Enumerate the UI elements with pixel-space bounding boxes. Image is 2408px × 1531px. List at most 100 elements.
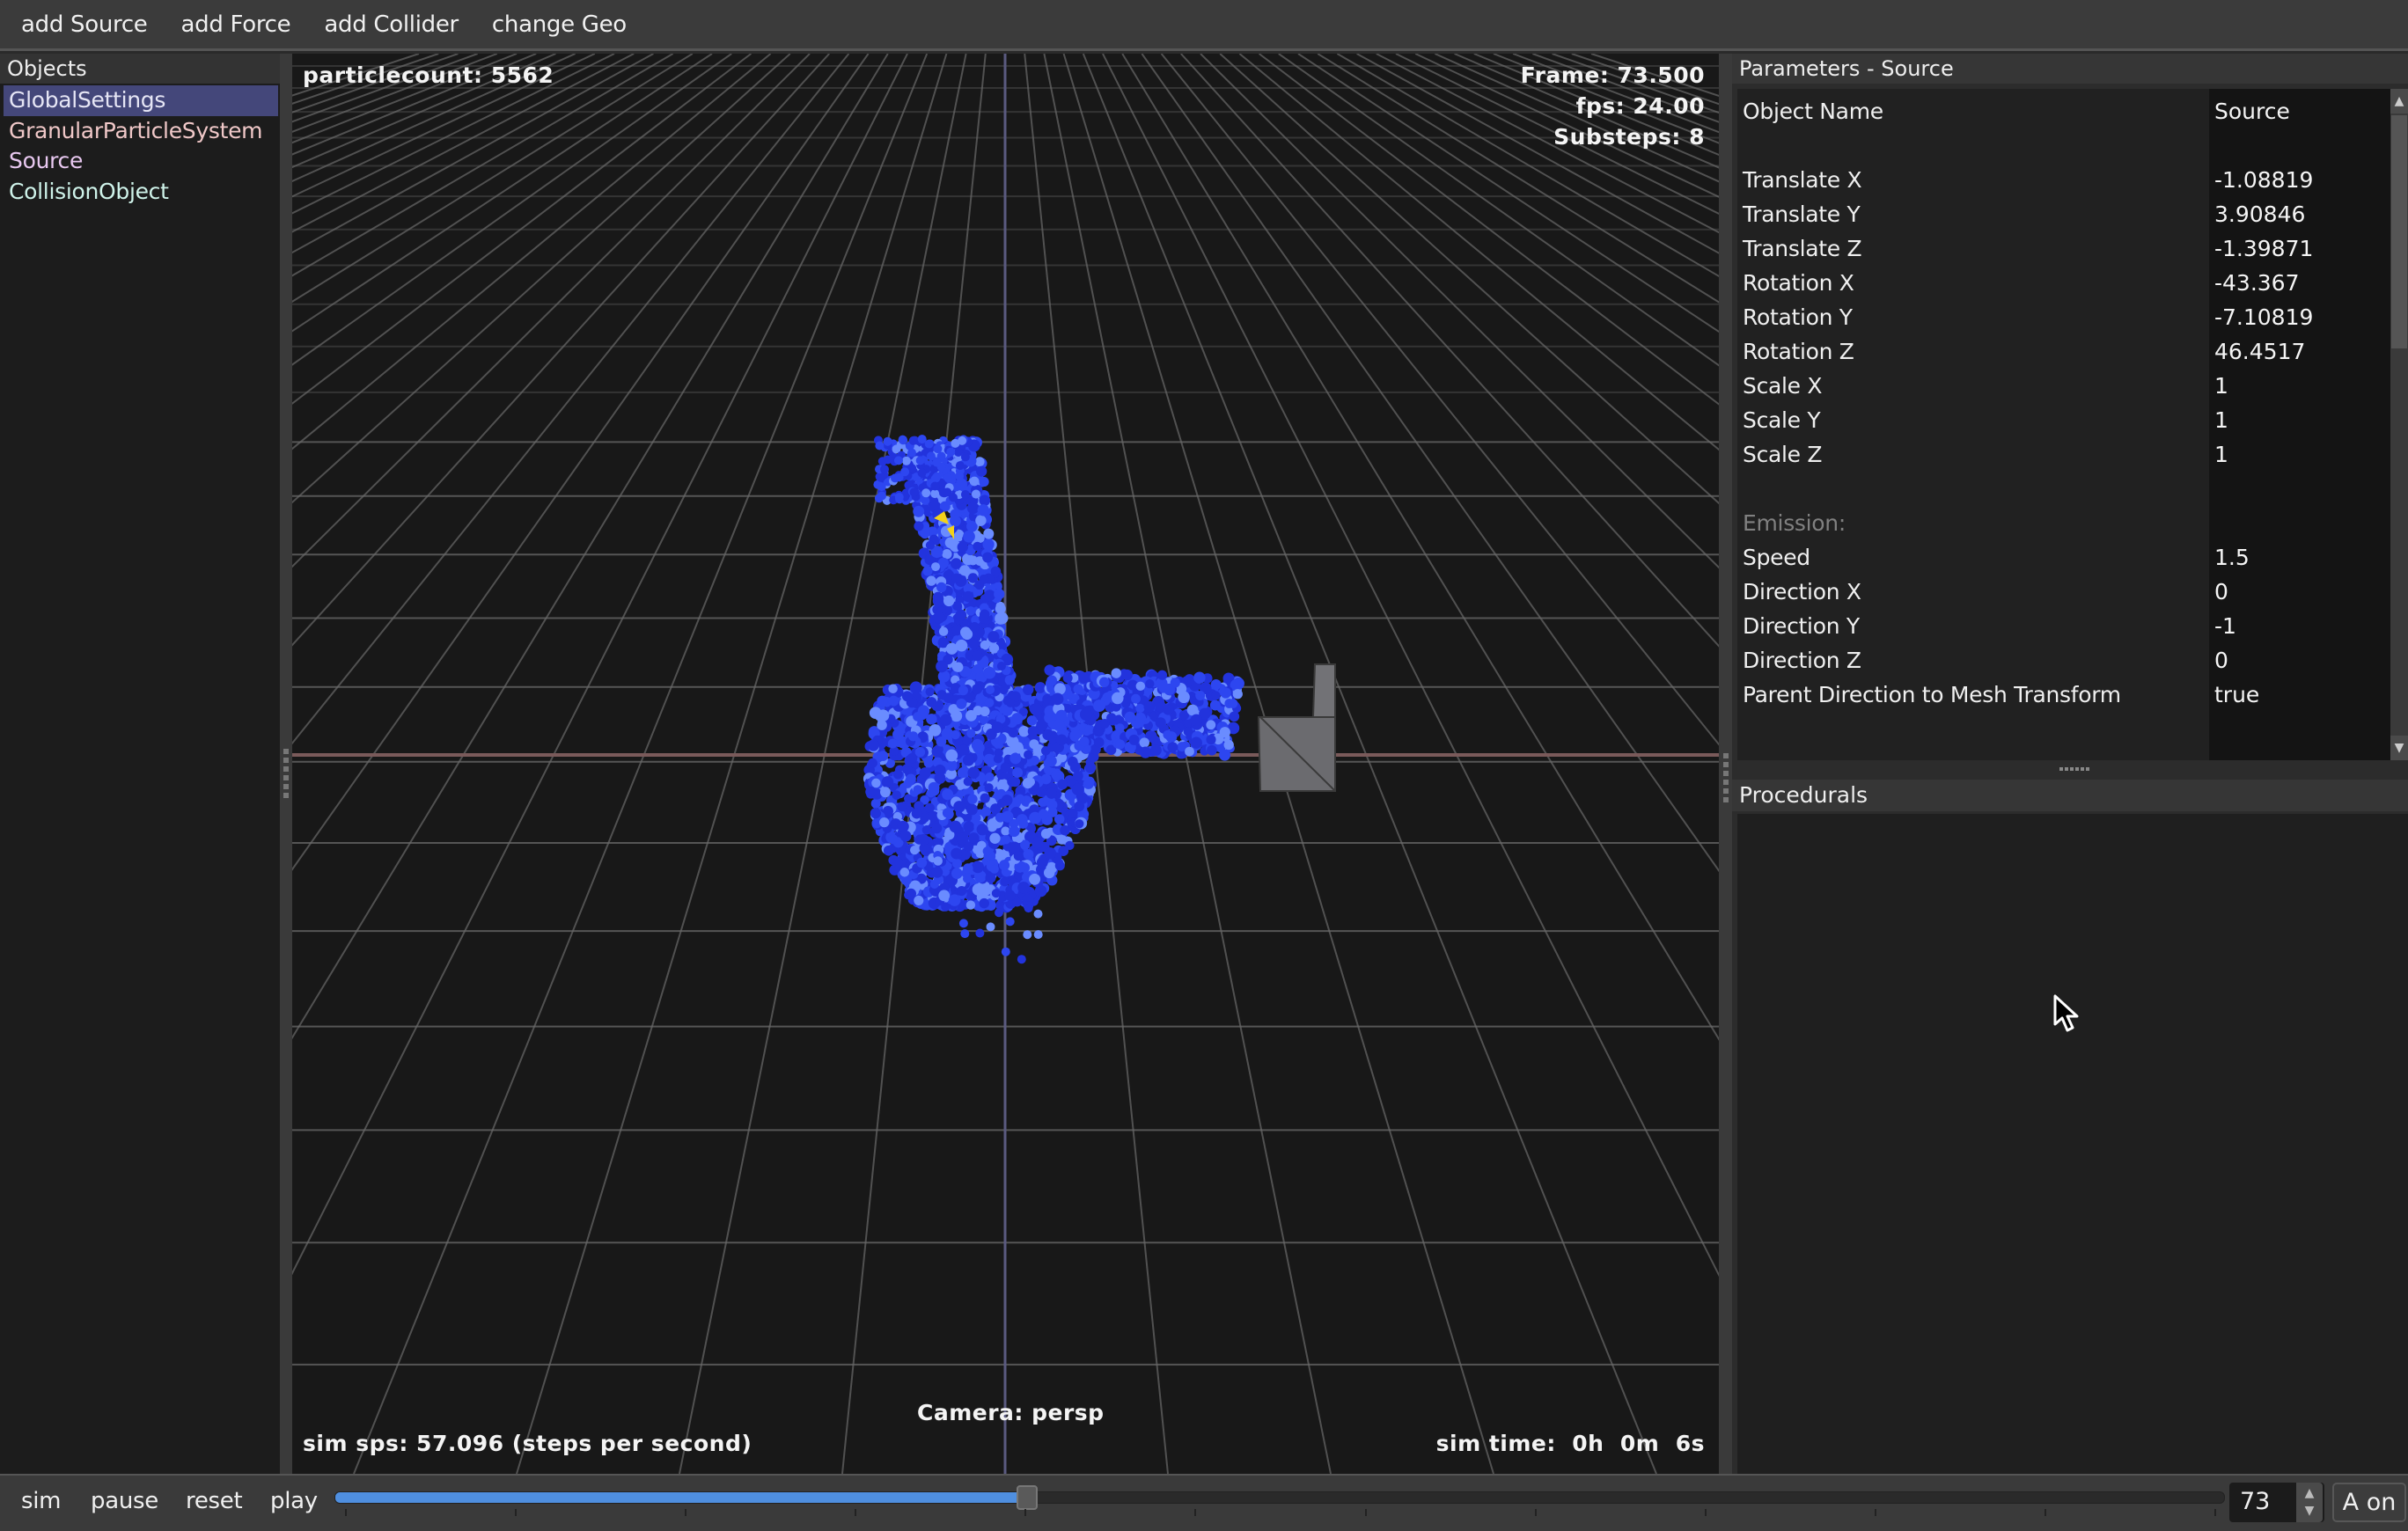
objects-panel: Objects GlobalSettings GranularParticleS… bbox=[0, 54, 280, 1474]
particle bbox=[1030, 703, 1043, 716]
particle bbox=[1013, 851, 1024, 861]
param-value-field[interactable]: Source bbox=[2214, 94, 2290, 128]
a-on-toggle-button[interactable]: A on bbox=[2332, 1483, 2406, 1522]
param-value-field[interactable]: 1.5 bbox=[2214, 540, 2250, 575]
object-item-source[interactable]: Source bbox=[4, 146, 278, 177]
param-value-field[interactable]: -43.367 bbox=[2214, 266, 2300, 300]
particle bbox=[1038, 809, 1049, 820]
param-value-field[interactable]: 46.4517 bbox=[2214, 334, 2305, 369]
particle bbox=[994, 589, 1005, 600]
param-value-field[interactable]: 3.90846 bbox=[2214, 197, 2305, 231]
timeline-tick bbox=[1364, 1509, 1367, 1516]
particle bbox=[953, 801, 965, 813]
sim-button[interactable]: sim bbox=[21, 1488, 62, 1514]
object-item-globalsettings[interactable]: GlobalSettings bbox=[4, 85, 278, 116]
particle bbox=[989, 832, 1001, 844]
param-section-row: Emission: bbox=[1737, 506, 2390, 540]
frame-spin-arrows[interactable]: ▲ ▼ bbox=[2296, 1483, 2323, 1522]
param-value-field[interactable]: -1.08819 bbox=[2214, 163, 2313, 197]
particle bbox=[921, 825, 932, 835]
grid-line-depth bbox=[1160, 54, 1719, 746]
particle bbox=[1185, 746, 1194, 757]
particle bbox=[942, 788, 954, 801]
particle bbox=[926, 714, 937, 725]
param-value-field[interactable]: 1 bbox=[2214, 369, 2228, 403]
particle bbox=[1058, 846, 1069, 856]
particle bbox=[907, 752, 918, 764]
scroll-up-arrow-icon[interactable]: ▲ bbox=[2390, 89, 2408, 114]
left-splitter-handle[interactable] bbox=[280, 54, 292, 1474]
particle bbox=[979, 494, 991, 507]
grip-dot bbox=[1723, 753, 1729, 758]
particle bbox=[950, 558, 962, 569]
parameters-panel: Parameters - Source Object Name Source Tra… bbox=[1732, 54, 2408, 1474]
particle bbox=[1001, 826, 1010, 836]
particle bbox=[931, 473, 941, 483]
particle bbox=[894, 456, 903, 465]
spin-down-icon[interactable]: ▼ bbox=[2296, 1502, 2323, 1521]
param-value-field[interactable]: 1 bbox=[2214, 437, 2228, 472]
particle bbox=[948, 894, 961, 906]
particle bbox=[1111, 668, 1122, 678]
spin-up-icon[interactable]: ▲ bbox=[2296, 1483, 2323, 1502]
particle bbox=[1023, 849, 1034, 860]
particle bbox=[913, 785, 923, 795]
grid-line-depth bbox=[1493, 54, 1719, 144]
param-value-field[interactable]: true bbox=[2214, 678, 2259, 712]
particle bbox=[946, 447, 956, 457]
particle bbox=[929, 723, 942, 736]
particle bbox=[901, 691, 913, 702]
object-item-collisionobject[interactable]: CollisionObject bbox=[4, 177, 278, 208]
timeline-slider[interactable] bbox=[334, 1485, 2225, 1510]
grip-dot bbox=[1723, 780, 1729, 785]
panel-splitter-handle[interactable] bbox=[1732, 760, 2408, 780]
param-label: Rotation Y bbox=[1743, 304, 1853, 330]
particle bbox=[1007, 776, 1017, 787]
particle bbox=[1033, 930, 1043, 940]
add-collider-button[interactable]: add Collider bbox=[312, 11, 471, 38]
parameters-scrollbar[interactable]: ▲ ▼ bbox=[2390, 89, 2408, 760]
particle bbox=[1139, 737, 1149, 748]
grid-line-depth bbox=[292, 54, 439, 105]
particle bbox=[955, 639, 968, 652]
param-value-field[interactable]: -1.39871 bbox=[2214, 231, 2313, 266]
param-label: Scale X bbox=[1743, 373, 1823, 399]
particle bbox=[1211, 691, 1221, 700]
right-splitter-handle[interactable] bbox=[1719, 54, 1732, 1474]
timeline-handle[interactable] bbox=[1017, 1485, 1039, 1510]
frame-spinbox[interactable]: 73 ▲ ▼ bbox=[2229, 1483, 2324, 1522]
particle bbox=[914, 521, 924, 531]
param-row: Scale Y 1 bbox=[1737, 403, 2390, 437]
particle bbox=[1075, 819, 1084, 829]
particle bbox=[967, 766, 980, 779]
reset-button[interactable]: reset bbox=[186, 1488, 243, 1514]
add-source-button[interactable]: add Source bbox=[9, 11, 160, 38]
particle bbox=[877, 482, 886, 492]
viewport-3d[interactable]: particlecount: 5562 Frame: 73.500 fps: 2… bbox=[292, 54, 1719, 1474]
particle bbox=[1229, 711, 1240, 722]
param-value-field[interactable]: 0 bbox=[2214, 575, 2228, 609]
particle bbox=[899, 436, 908, 445]
particle bbox=[1001, 947, 1010, 956]
scroll-down-arrow-icon[interactable]: ▼ bbox=[2390, 736, 2408, 760]
param-value-field[interactable]: 1 bbox=[2214, 403, 2228, 437]
add-force-button[interactable]: add Force bbox=[169, 11, 304, 38]
scrollbar-thumb[interactable] bbox=[2391, 115, 2407, 348]
particle bbox=[932, 612, 945, 624]
collision-box-side bbox=[1311, 663, 1336, 718]
particle bbox=[906, 888, 917, 899]
param-value-field[interactable]: -1 bbox=[2214, 609, 2236, 643]
object-item-granularparticlesystem[interactable]: GranularParticleSystem bbox=[4, 116, 278, 147]
particle bbox=[985, 772, 995, 782]
param-label: Translate Y bbox=[1743, 201, 1861, 227]
pause-button[interactable]: pause bbox=[91, 1488, 158, 1514]
change-geo-button[interactable]: change Geo bbox=[480, 11, 639, 38]
param-value-field[interactable]: 0 bbox=[2214, 643, 2228, 678]
particle bbox=[899, 868, 910, 877]
particle bbox=[936, 582, 947, 593]
particle bbox=[958, 436, 967, 445]
grid-line-depth bbox=[292, 54, 713, 333]
play-button[interactable]: play bbox=[270, 1488, 318, 1514]
param-value-field[interactable]: -7.10819 bbox=[2214, 300, 2313, 334]
frame-input[interactable]: 73 bbox=[2240, 1488, 2270, 1515]
